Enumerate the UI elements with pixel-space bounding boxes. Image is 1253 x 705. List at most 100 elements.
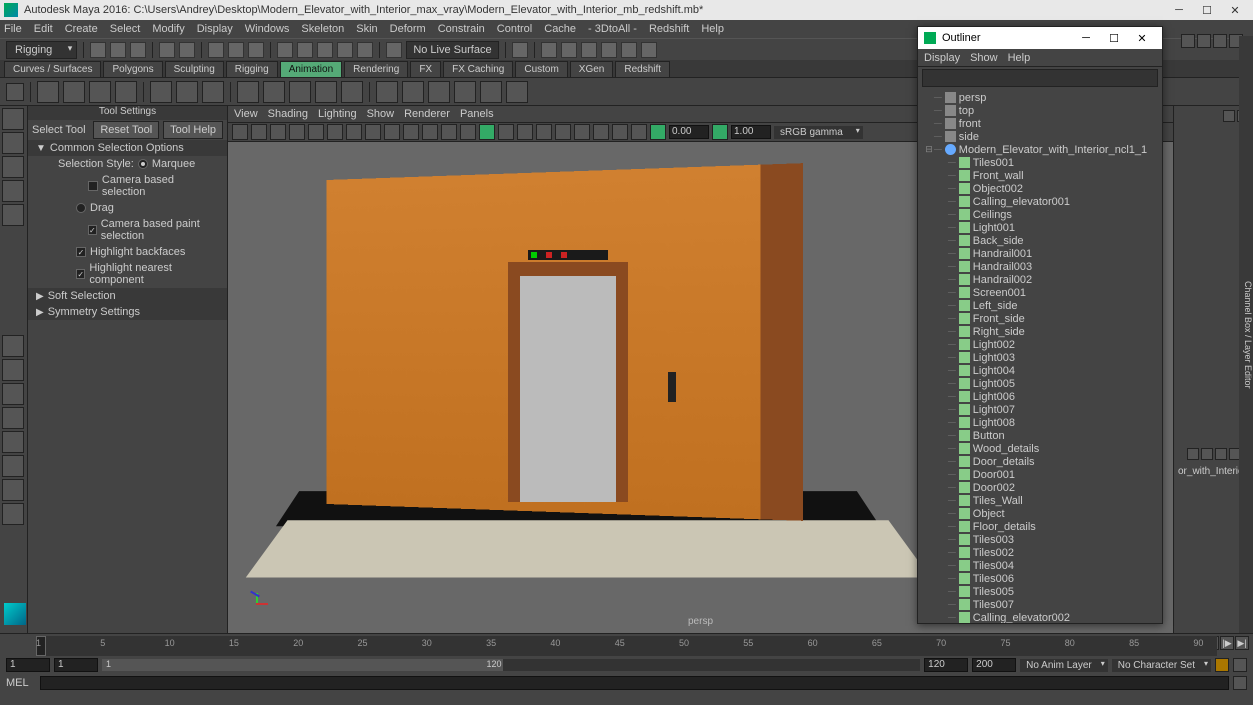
gamma-toggle-icon[interactable] [712, 124, 728, 140]
outliner-node[interactable]: ─Light001 [918, 221, 1162, 234]
outliner-node[interactable]: ─Calling_elevator002 [918, 611, 1162, 623]
outliner-minimize-button[interactable]: ─ [1072, 32, 1100, 44]
constraint-orient-icon[interactable] [428, 81, 450, 103]
outliner-node[interactable]: ─Light004 [918, 364, 1162, 377]
outliner-menu-help[interactable]: Help [1008, 52, 1031, 64]
outliner-node[interactable]: ─Left_side [918, 299, 1162, 312]
outliner-window[interactable]: Outliner ─ ☐ ✕ DisplayShowHelp ─persp─to… [917, 26, 1163, 624]
shelf-tab-sculpting[interactable]: Sculpting [165, 61, 224, 77]
outliner-node[interactable]: ─Object002 [918, 182, 1162, 195]
menu-skin[interactable]: Skin [356, 23, 377, 35]
camera-attr-icon[interactable] [251, 124, 267, 140]
undo-icon[interactable] [159, 42, 175, 58]
cmd-input[interactable] [40, 676, 1229, 690]
outliner-search-input[interactable] [922, 69, 1158, 87]
layout-two-v-icon[interactable] [2, 407, 24, 429]
outliner-node[interactable]: ─Tiles004 [918, 559, 1162, 572]
grid-toggle-icon[interactable] [308, 124, 324, 140]
menu-file[interactable]: File [4, 23, 22, 35]
set-key-all-icon[interactable] [176, 81, 198, 103]
shelf-tab-rendering[interactable]: Rendering [344, 61, 408, 77]
layer-opt-icon[interactable] [1187, 448, 1199, 460]
tool-help-button[interactable]: Tool Help [163, 121, 223, 139]
outliner-node[interactable]: ─Handrail002 [918, 273, 1162, 286]
outliner-node[interactable]: ─front [918, 117, 1162, 130]
layout-hyper-icon[interactable] [2, 479, 24, 501]
time-ruler[interactable]: 151015202530354045505560657075808590 [36, 636, 1217, 656]
outliner-node[interactable]: ─Light003 [918, 351, 1162, 364]
outliner-menu-display[interactable]: Display [924, 52, 960, 64]
viewport-menu-view[interactable]: View [234, 108, 258, 120]
menu-select[interactable]: Select [110, 23, 141, 35]
snap-plane-icon[interactable] [337, 42, 353, 58]
ao-icon[interactable] [536, 124, 552, 140]
outliner-close-button[interactable]: ✕ [1128, 32, 1156, 45]
menu-control[interactable]: Control [497, 23, 532, 35]
constraint-pole-icon[interactable] [506, 81, 528, 103]
move-tool-icon[interactable] [2, 156, 24, 178]
render-frame-icon[interactable] [541, 42, 557, 58]
ipr-render-icon[interactable] [561, 42, 577, 58]
res-gate-icon[interactable] [346, 124, 362, 140]
menu-constrain[interactable]: Constrain [438, 23, 485, 35]
motion-blur-icon[interactable] [555, 124, 571, 140]
highlight-backfaces-check[interactable]: ✓ Highlight backfaces [28, 244, 227, 260]
playback-end-field[interactable]: 120 [924, 658, 968, 672]
layout-single-icon[interactable] [2, 335, 24, 357]
common-selection-section[interactable]: ▼ Common Selection Options [28, 140, 227, 156]
rotate-tool-icon[interactable] [2, 180, 24, 202]
outliner-node[interactable]: ─Right_side [918, 325, 1162, 338]
close-button[interactable]: ✕ [1221, 2, 1249, 18]
modeling-toolkit-icon[interactable] [1181, 34, 1195, 48]
safe-title-icon[interactable] [422, 124, 438, 140]
outliner-maximize-button[interactable]: ☐ [1100, 32, 1128, 45]
gamma-field[interactable]: 1.00 [731, 125, 771, 139]
outliner-node[interactable]: ─persp [918, 91, 1162, 104]
layout-custom-icon[interactable] [2, 503, 24, 525]
snap-curve-icon[interactable] [297, 42, 313, 58]
open-scene-icon[interactable] [110, 42, 126, 58]
camera-select-icon[interactable] [232, 124, 248, 140]
scale-tool-icon[interactable] [2, 204, 24, 226]
menu-windows[interactable]: Windows [245, 23, 290, 35]
symmetry-section[interactable]: ▶ Symmetry Settings [28, 304, 227, 320]
soft-selection-section[interactable]: ▶ Soft Selection [28, 288, 227, 304]
exposure-field[interactable]: 0.00 [669, 125, 709, 139]
viewport-menu-show[interactable]: Show [367, 108, 395, 120]
bookmark-icon[interactable] [270, 124, 286, 140]
outliner-menu-show[interactable]: Show [970, 52, 998, 64]
shelf-tab-xgen[interactable]: XGen [570, 61, 614, 77]
auto-key-icon[interactable] [1215, 658, 1229, 672]
outliner-node[interactable]: ─Tiles006 [918, 572, 1162, 585]
outliner-node[interactable]: ─Light008 [918, 416, 1162, 429]
constraint-point-icon[interactable] [402, 81, 424, 103]
field-chart-icon[interactable] [384, 124, 400, 140]
image-plane-icon[interactable] [289, 124, 305, 140]
select-tool-icon[interactable] [2, 108, 24, 130]
range-start-field[interactable]: 1 [6, 658, 50, 672]
menu-cache[interactable]: Cache [544, 23, 576, 35]
go-end-button[interactable]: ▶| [1235, 636, 1249, 650]
light-editor-icon[interactable] [641, 42, 657, 58]
menu--3dtoall-[interactable]: - 3DtoAll - [588, 23, 637, 35]
lights-icon[interactable] [498, 124, 514, 140]
character-set-combo[interactable]: No Character Set [1112, 659, 1211, 672]
script-editor-icon[interactable] [1233, 676, 1247, 690]
minimize-button[interactable]: ─ [1165, 2, 1193, 18]
safe-action-icon[interactable] [403, 124, 419, 140]
outliner-node[interactable]: ─Tiles002 [918, 546, 1162, 559]
range-thumb[interactable] [102, 659, 503, 671]
render-view-icon[interactable] [621, 42, 637, 58]
render-settings-icon[interactable] [581, 42, 597, 58]
constraint-parent-icon[interactable] [376, 81, 398, 103]
color-space-combo[interactable]: sRGB gamma [774, 126, 863, 139]
camera-based-paint-check[interactable]: ✓ Camera based paint selection [28, 216, 227, 244]
snap-point-icon[interactable] [317, 42, 333, 58]
shelf-tab-animation[interactable]: Animation [280, 61, 342, 77]
new-scene-icon[interactable] [90, 42, 106, 58]
viewport-menu-renderer[interactable]: Renderer [404, 108, 450, 120]
outliner-node[interactable]: ─Screen001 [918, 286, 1162, 299]
aa-icon[interactable] [574, 124, 590, 140]
textured-icon[interactable] [479, 124, 495, 140]
set-key-icon[interactable] [150, 81, 172, 103]
